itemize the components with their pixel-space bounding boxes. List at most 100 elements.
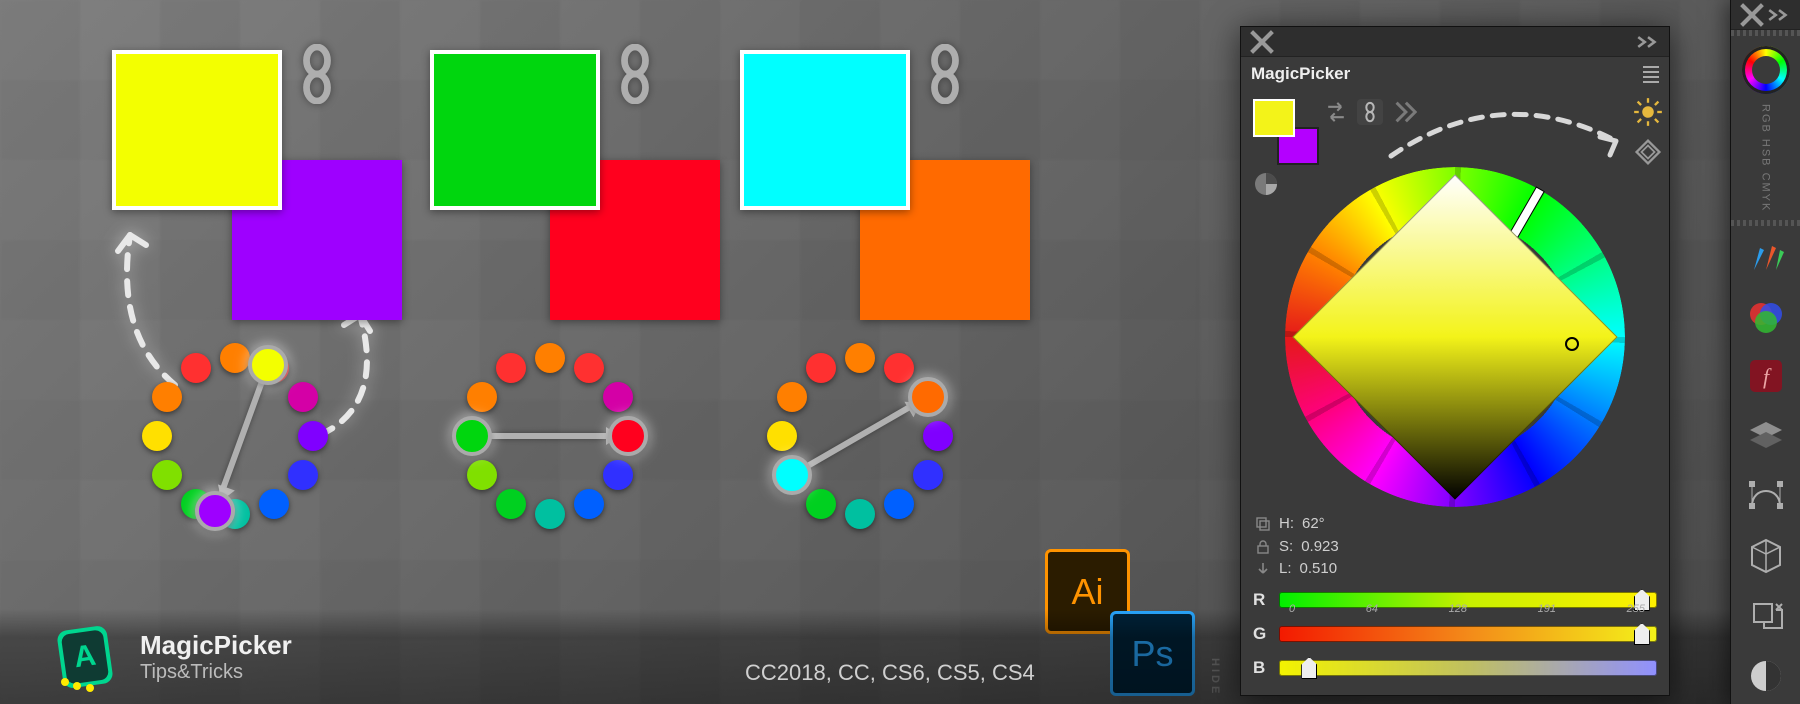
hsl-readout: H: 62° S: 0.923 L: 0.510 xyxy=(1255,513,1339,581)
link-fgbg-icon[interactable] xyxy=(1357,99,1383,125)
cube-icon[interactable] xyxy=(1746,536,1786,576)
slider-g-thumb[interactable] xyxy=(1634,623,1650,645)
hue-dot xyxy=(574,489,604,519)
selected-hue-b xyxy=(608,416,648,456)
panel-title-row: MagicPicker xyxy=(1241,57,1669,91)
swatch-fg xyxy=(430,50,600,210)
hue-dot xyxy=(467,382,497,412)
diamond-cursor[interactable] xyxy=(1565,337,1579,351)
layers-icon[interactable] xyxy=(1746,416,1786,456)
s-label: S: xyxy=(1279,536,1293,559)
magicpicker-logo-icon: A xyxy=(50,622,120,692)
brushes-icon[interactable] xyxy=(1746,236,1786,276)
hue-dot xyxy=(220,343,250,373)
color-ring-icon[interactable] xyxy=(1742,46,1790,94)
hue-dot xyxy=(777,382,807,412)
hue-dot xyxy=(467,460,497,490)
slider-g-track[interactable] xyxy=(1279,626,1657,642)
hue-dot xyxy=(913,460,943,490)
hue-dot xyxy=(923,421,953,451)
hue-dot xyxy=(767,421,797,451)
hue-dot xyxy=(884,489,914,519)
slider-g[interactable]: 064128191255 G xyxy=(1253,617,1657,651)
link-icon xyxy=(925,44,965,104)
close-icon[interactable] xyxy=(1739,2,1765,28)
hue-dot xyxy=(535,499,565,529)
venn-icon[interactable] xyxy=(1746,296,1786,336)
hue-dot xyxy=(574,353,604,383)
slider-b-thumb[interactable] xyxy=(1301,657,1317,679)
h-label: H: xyxy=(1279,513,1294,536)
hue-dot xyxy=(806,353,836,383)
swap-icon[interactable] xyxy=(1323,99,1349,125)
panel-menu-icon[interactable] xyxy=(1643,66,1659,83)
mini-color-wheel xyxy=(145,346,325,526)
flash-icon[interactable]: f xyxy=(1746,356,1786,396)
sun-icon[interactable] xyxy=(1633,97,1663,127)
wheel-connection-line xyxy=(472,433,610,439)
down-icon[interactable] xyxy=(1255,561,1271,577)
grip-icon[interactable] xyxy=(1731,220,1800,226)
close-icon[interactable] xyxy=(1249,29,1275,55)
selected-hue-b xyxy=(908,377,948,417)
diamond-mode-icon[interactable] xyxy=(1633,137,1663,167)
slider-b-label: B xyxy=(1253,658,1269,678)
magicpicker-panel[interactable]: MagicPicker xyxy=(1240,26,1670,696)
color-mode-labels[interactable]: RGB HSB CMYK xyxy=(1760,104,1772,212)
swatch-fg xyxy=(740,50,910,210)
hue-dot xyxy=(603,382,633,412)
copy-icon[interactable] xyxy=(1255,516,1271,532)
fg-bg-swatch[interactable] xyxy=(1253,99,1313,153)
svg-text:A: A xyxy=(72,638,98,674)
panel-header[interactable] xyxy=(1241,27,1669,57)
swatch-fg xyxy=(112,50,282,210)
banner-subtitle: Tips&Tricks xyxy=(140,661,292,684)
link-icon xyxy=(297,44,337,104)
pie-icon[interactable] xyxy=(1253,171,1279,197)
hue-dot xyxy=(535,343,565,373)
foreground-swatch[interactable] xyxy=(1253,99,1295,137)
slider-b[interactable]: B xyxy=(1253,651,1657,685)
h-value: 62° xyxy=(1302,513,1325,536)
contrast-icon[interactable] xyxy=(1746,656,1786,696)
hue-dot xyxy=(259,489,289,519)
slider-g-label: G xyxy=(1253,624,1269,644)
link-icon xyxy=(615,44,655,104)
hue-dot xyxy=(152,460,182,490)
hue-dot xyxy=(181,353,211,383)
selected-hue-a xyxy=(248,345,288,385)
color-wheel[interactable] xyxy=(1285,167,1625,507)
ai-label: Ai xyxy=(1071,571,1103,613)
hue-dot xyxy=(288,460,318,490)
banner-title: MagicPicker xyxy=(140,630,292,661)
collapse-icon[interactable] xyxy=(1635,29,1661,55)
hue-dot xyxy=(288,382,318,412)
hue-dot xyxy=(142,421,172,451)
hue-dot xyxy=(884,353,914,383)
right-side-panel[interactable]: RGB HSB CMYK f xyxy=(1730,0,1800,704)
s-value: 0.923 xyxy=(1301,536,1339,559)
bezier-icon[interactable] xyxy=(1746,476,1786,516)
collapse-icon[interactable] xyxy=(1766,2,1792,28)
hue-dot xyxy=(496,489,526,519)
side-header[interactable] xyxy=(1731,0,1800,30)
hue-dot xyxy=(845,343,875,373)
hue-dot xyxy=(298,421,328,451)
slider-b-track[interactable] xyxy=(1279,660,1657,676)
slider-ticks: 064128191255 xyxy=(1289,603,1645,615)
panel-dashed-arrow xyxy=(1381,101,1631,171)
selected-hue-a xyxy=(452,416,492,456)
selected-hue-b xyxy=(195,491,235,531)
lock-icon[interactable] xyxy=(1255,539,1271,555)
grip-icon[interactable] xyxy=(1731,30,1800,36)
hue-dot xyxy=(845,499,875,529)
hue-dot xyxy=(152,382,182,412)
rgb-sliders: R 064128191255 G B xyxy=(1241,577,1669,695)
selected-hue-a xyxy=(772,455,812,495)
transform-icon[interactable] xyxy=(1746,596,1786,636)
hue-dot xyxy=(603,460,633,490)
hue-dot xyxy=(496,353,526,383)
slider-r-label: R xyxy=(1253,590,1269,610)
hue-dot xyxy=(806,489,836,519)
panel-title: MagicPicker xyxy=(1251,64,1350,84)
